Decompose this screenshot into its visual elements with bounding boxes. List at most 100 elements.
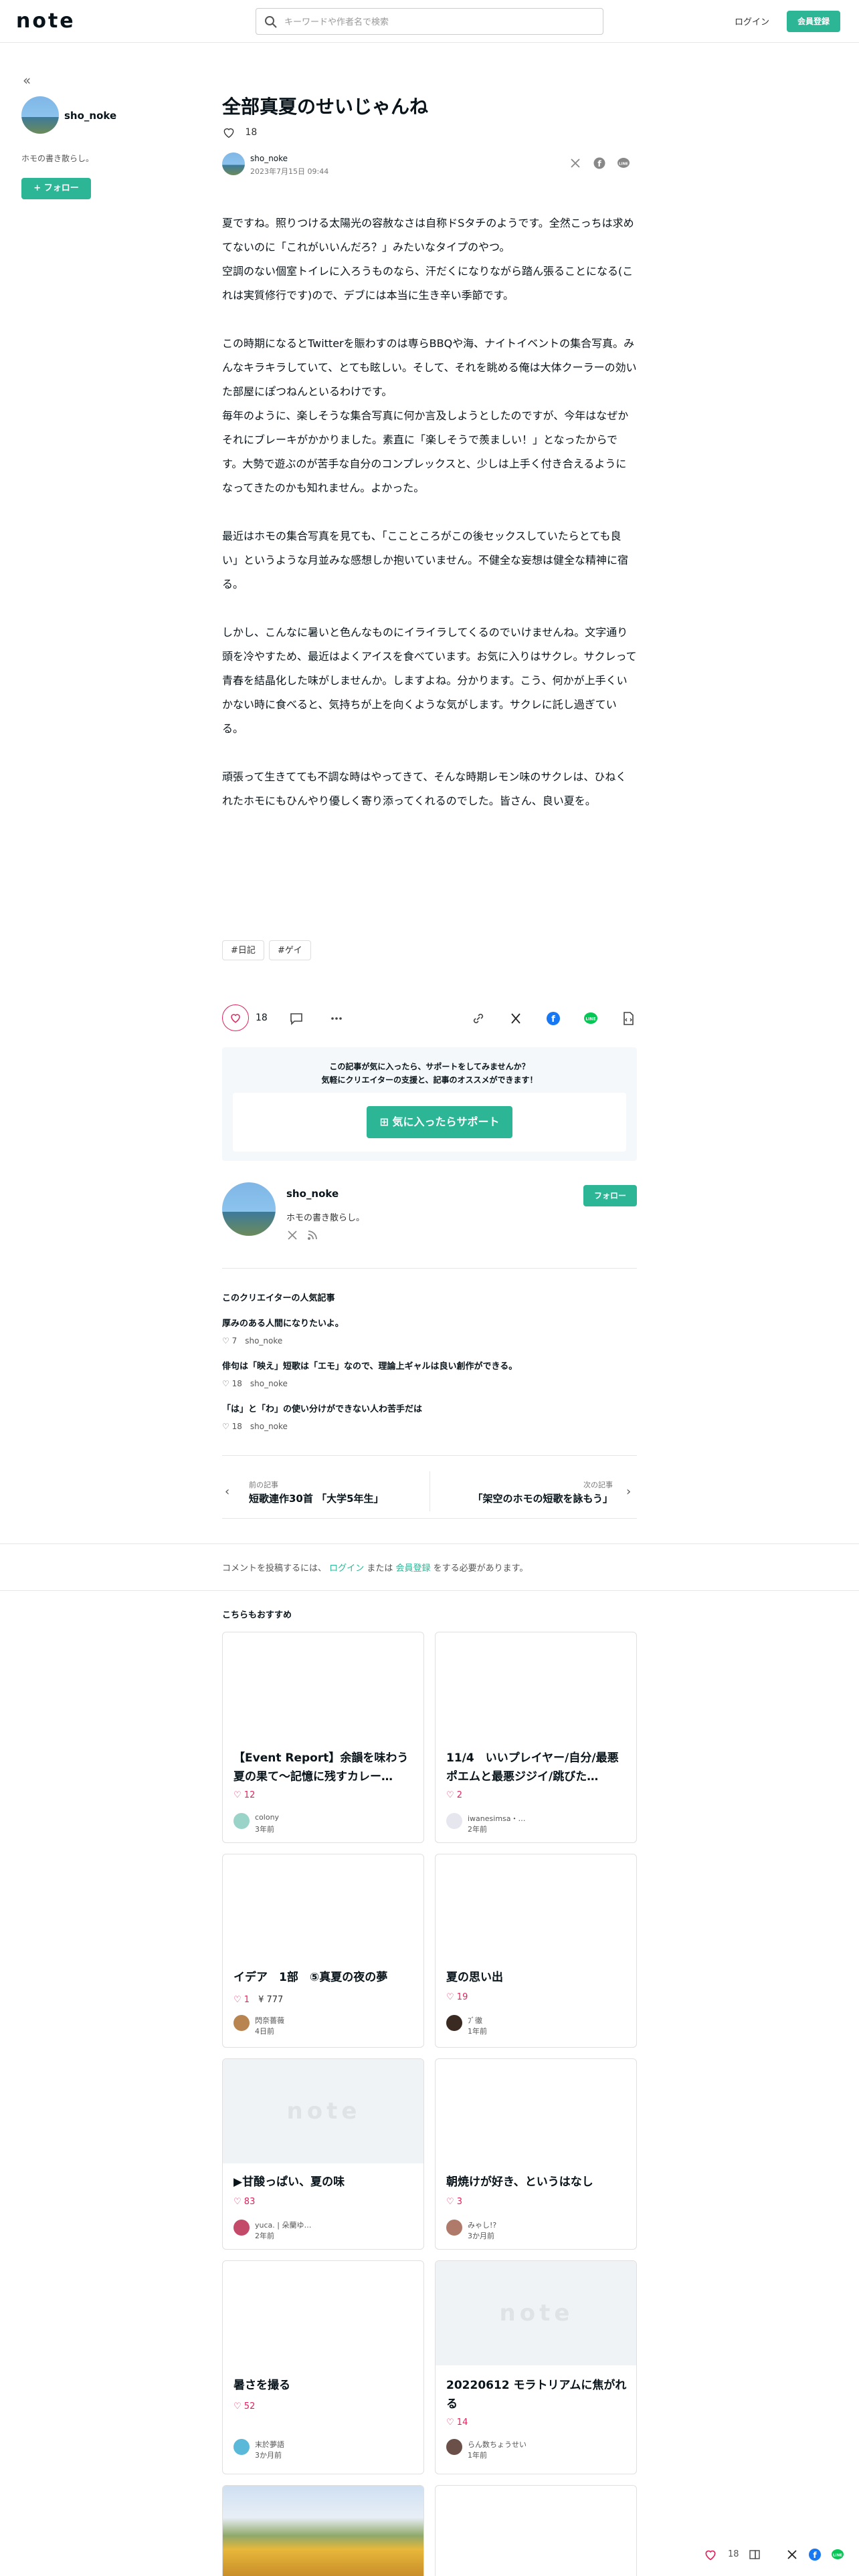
card-likes: ♡ 12 [233, 1790, 256, 1800]
card-author-avatar [446, 1813, 462, 1829]
recommend-card[interactable]: 【Event Report】余韻を味わう夏の果て〜記憶に残すカレー… ♡ 12 … [222, 1632, 424, 1843]
author-avatar[interactable] [222, 152, 245, 175]
card-likes: ♡ 83 [233, 2197, 256, 2207]
card-likes: ♡ 1 ¥ 777 [233, 1995, 284, 2005]
like-count[interactable]: 18 [256, 1012, 268, 1023]
card-title: 11/4 いいプレイヤー/自分/最悪ポエムと最悪ジジイ/跳びた… [446, 1751, 619, 1784]
placeholder-logo: note [286, 2098, 361, 2125]
signup-button[interactable]: 会員登録 [787, 11, 840, 32]
tag-diary[interactable]: #日記 [222, 940, 264, 960]
card-price: ¥ 777 [258, 1995, 284, 2005]
recommend-card[interactable] [222, 2485, 424, 2576]
card-likes: ♡ 3 [446, 2197, 463, 2207]
card-like-count: 2 [456, 1790, 463, 1800]
popular-article-author[interactable]: sho_noke [250, 1379, 288, 1388]
follow-icon: + [33, 183, 44, 193]
search-box[interactable] [256, 8, 603, 35]
card-likes: ♡ 52 [233, 2401, 256, 2411]
recommend-heading: こちらもおすすめ [222, 1610, 292, 1620]
svg-text:LINE: LINE [619, 163, 628, 167]
card-title: 夏の思い出 [446, 1971, 503, 1984]
comment-note-text: または [367, 1564, 393, 1574]
card-author: colony [255, 1813, 280, 1822]
card-time: 4日前 [255, 2027, 274, 2036]
card-author-avatar [233, 1813, 250, 1829]
card-thumbnail-placeholder: note [436, 2261, 636, 2365]
divider [222, 1268, 637, 1269]
line-share-icon[interactable]: LINE [831, 2548, 844, 2561]
popular-article-author[interactable]: sho_noke [250, 1422, 288, 1431]
recommend-card[interactable]: note ▶甘酸っぱい、夏の味 ♡ 83 yuca. | 朵蘭ゆ… 2年前 [222, 2058, 424, 2250]
svg-text:LINE: LINE [585, 1017, 595, 1022]
card-title: 朝焼けが好き、というはなし [446, 2175, 593, 2189]
popular-article-author[interactable]: sho_noke [245, 1336, 282, 1346]
recommend-card[interactable] [435, 2485, 637, 2576]
divider [222, 1518, 637, 1519]
sidebar-avatar[interactable] [21, 96, 59, 134]
login-link[interactable]: ログイン [735, 15, 769, 27]
card-author-avatar [233, 2220, 250, 2236]
card-author: ﾌﾞ徹 [468, 2016, 482, 2025]
sidebar-creator-name[interactable]: sho_noke [64, 110, 116, 122]
top-header: note ログイン 会員登録 [0, 0, 859, 43]
chevron-right-icon[interactable]: › [626, 1485, 631, 1499]
card-title: 20220612 モラトリアムに焦がれる [446, 2379, 627, 2411]
creator-card-avatar[interactable] [222, 1182, 276, 1236]
card-author: みゃし!? [468, 2221, 497, 2230]
popular-article-title[interactable]: 厚みのある人間になりたいよ。 [222, 1316, 344, 1329]
embed-icon[interactable] [621, 1011, 636, 1026]
comment-signup-link[interactable]: 会員登録 [395, 1564, 430, 1574]
collapse-sidebar-icon[interactable]: « [23, 72, 31, 88]
card-author-avatar [446, 2439, 462, 2455]
creator-card-name[interactable]: sho_noke [286, 1188, 339, 1200]
x-profile-icon[interactable] [286, 1229, 298, 1241]
search-input[interactable] [284, 14, 592, 30]
comment-icon[interactable] [289, 1011, 304, 1026]
card-author-avatar [233, 2015, 250, 2031]
paragraph: この時期になるとTwitterを賑わすのは専らBBQや海、ナイトイベントの集合写… [222, 337, 637, 494]
next-article-link[interactable]: 「架空のホモの短歌を詠もう」 [472, 1491, 613, 1505]
chevron-left-icon[interactable]: ‹ [225, 1485, 229, 1499]
popular-article-meta: ♡ 18 sho_noke [222, 1379, 288, 1388]
recommend-card[interactable]: 暑さを撮る ♡ 52 末於夢語 3か月前 [222, 2260, 424, 2474]
prev-article-link[interactable]: 短歌連作30首 「大学5年生」 [249, 1491, 384, 1505]
recommend-card[interactable]: 11/4 いいプレイヤー/自分/最悪ポエムと最悪ジジイ/跳びた… ♡ 2 iwa… [435, 1632, 637, 1843]
paragraph: 最近はホモの集合写真を見ても、「ここところがこの後セックスしていたらとても良い」… [222, 530, 629, 591]
line-share-icon[interactable]: LINE [617, 156, 630, 170]
x-share-icon[interactable] [508, 1011, 523, 1026]
creator-sns-links [286, 1229, 326, 1243]
popular-articles-heading: このクリエイターの人気記事 [222, 1293, 335, 1303]
support-button[interactable]: ⊞ 気に入ったらサポート [367, 1106, 512, 1138]
x-share-icon[interactable] [569, 156, 582, 170]
recommend-card[interactable]: 朝焼けが好き、というはなし ♡ 3 みゃし!? 3か月前 [435, 2058, 637, 2250]
card-title: 【Event Report】余韻を味わう夏の果て〜記憶に残すカレー… [233, 1751, 409, 1784]
rss-icon[interactable] [306, 1229, 318, 1241]
sidebar-follow-button[interactable]: + フォロー [21, 178, 91, 199]
creator-card-follow-button[interactable]: フォロー [583, 1185, 637, 1206]
comment-login-link[interactable]: ログイン [329, 1564, 364, 1574]
recommend-card[interactable]: イデア 1部 ⑤真夏の夜の夢 ♡ 1 ¥ 777 閃奈薔薇 4日前 [222, 1854, 424, 2048]
paragraph: 頑張って生きてても不調な時はやってきて、そんな時期レモン味のサクレは、ひねくれた… [222, 770, 627, 807]
tag-gay[interactable]: #ゲイ [269, 940, 311, 960]
support-panel: ⊞ 気に入ったらサポート [233, 1093, 626, 1152]
popular-article-title[interactable]: 「は」と「わ」の使い分けができない人わ苦手だは [222, 1402, 422, 1414]
x-share-icon[interactable] [785, 2548, 799, 2561]
magazine-icon[interactable] [748, 2548, 761, 2561]
article-like-summary[interactable]: 18 [222, 126, 257, 139]
heart-icon[interactable] [704, 2548, 717, 2561]
popular-article-title[interactable]: 俳句は「映え」短歌は「エモ」なので、理論上ギャルは良い創作ができる。 [222, 1359, 517, 1372]
facebook-share-icon[interactable]: f [593, 156, 606, 170]
more-options-icon[interactable] [329, 1011, 344, 1026]
author-name[interactable]: sho_noke [250, 154, 288, 163]
popular-article-meta: ♡ 18 sho_noke [222, 1422, 288, 1431]
facebook-share-icon[interactable]: f [808, 2548, 822, 2561]
copy-link-icon[interactable] [471, 1011, 486, 1026]
recommend-card[interactable]: 夏の思い出 ♡ 19 ﾌﾞ徹 1年前 [435, 1854, 637, 2048]
placeholder-logo: note [499, 2300, 574, 2327]
facebook-share-icon[interactable]: f [546, 1011, 561, 1026]
recommend-card[interactable]: note 20220612 モラトリアムに焦がれる ♡ 14 らん数ちょうせい … [435, 2260, 637, 2474]
floating-action-bar: 18 f LINE [704, 2545, 851, 2565]
line-share-icon[interactable]: LINE [583, 1011, 598, 1026]
note-logo[interactable]: note [16, 9, 76, 33]
like-button[interactable] [222, 1004, 249, 1031]
